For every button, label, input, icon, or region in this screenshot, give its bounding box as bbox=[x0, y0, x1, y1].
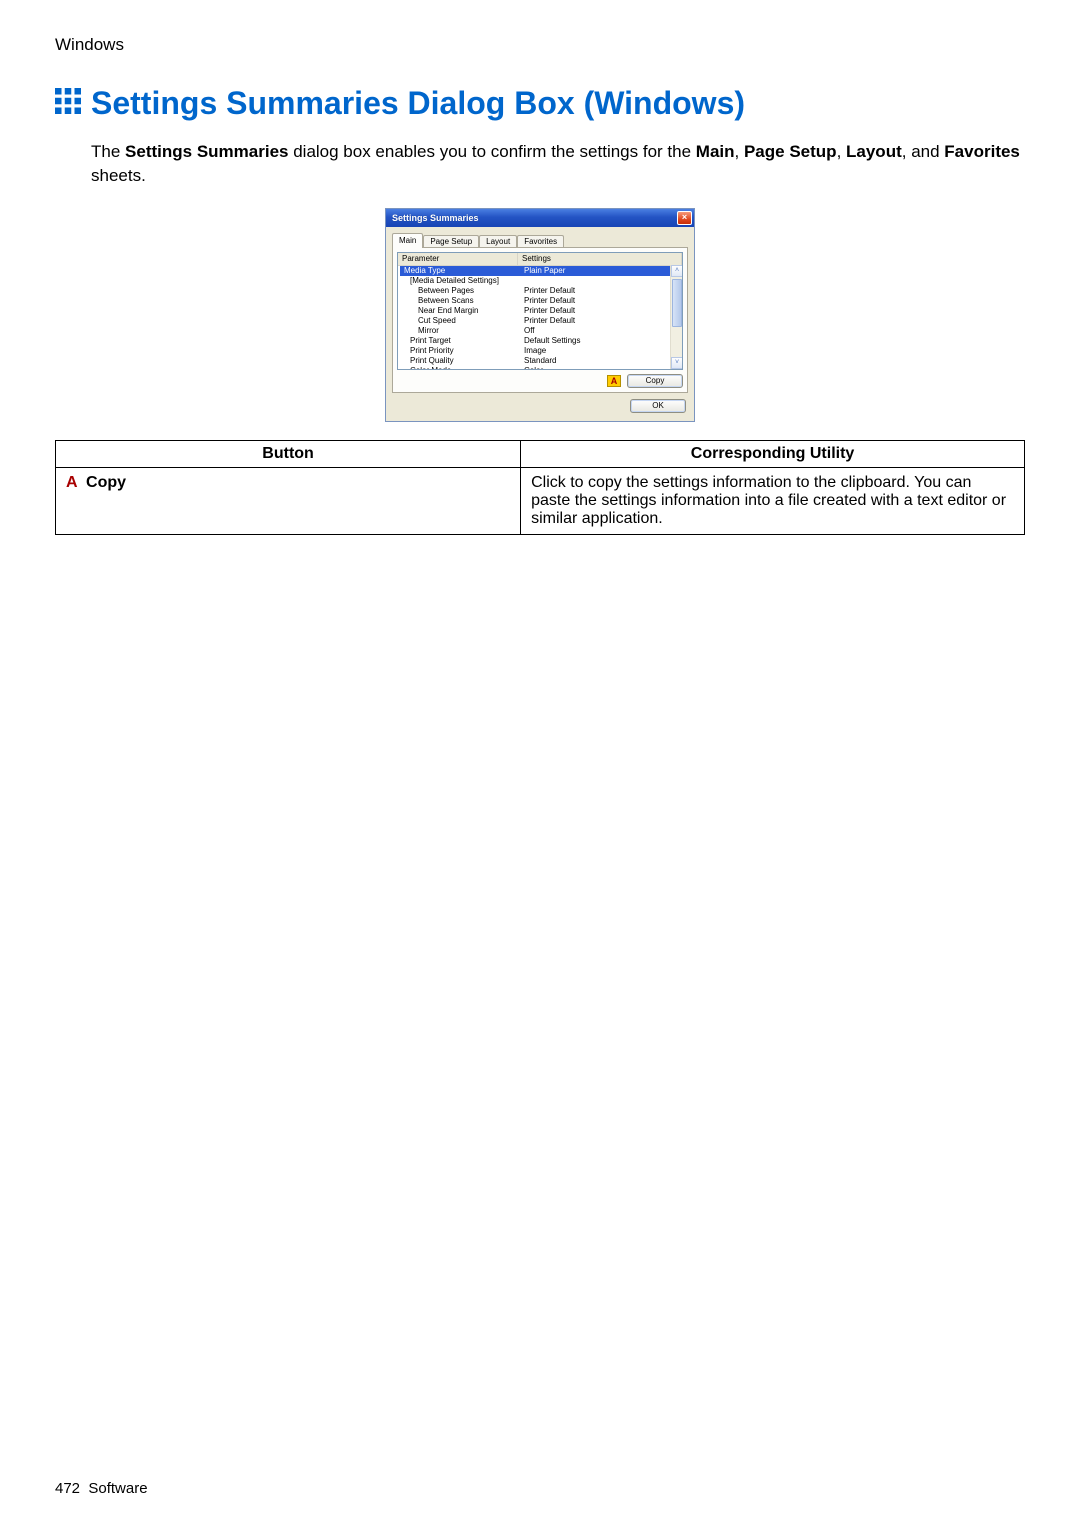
list-row[interactable]: Between ScansPrinter Default bbox=[400, 296, 682, 306]
reference-table: Button Corresponding Utility A Copy Clic… bbox=[55, 440, 1025, 535]
list-row[interactable]: Media TypePlain Paper bbox=[400, 266, 682, 276]
th-utility: Corresponding Utility bbox=[521, 440, 1025, 467]
list-row[interactable]: Between PagesPrinter Default bbox=[400, 286, 682, 296]
col-header-parameter: Parameter bbox=[398, 253, 518, 265]
copy-button[interactable]: Copy bbox=[627, 374, 683, 388]
settings-listbox[interactable]: Parameter Settings Media TypePlain Paper… bbox=[397, 252, 683, 370]
th-button: Button bbox=[56, 440, 521, 467]
page-footer: 472 Software bbox=[55, 1480, 148, 1497]
list-body: Media TypePlain Paper [Media Detailed Se… bbox=[398, 266, 682, 370]
scroll-thumb[interactable] bbox=[672, 279, 682, 327]
callout-badge-a: A bbox=[607, 375, 621, 387]
scroll-up-icon[interactable]: ˄ bbox=[671, 265, 683, 277]
row-label-copy: Copy bbox=[86, 474, 126, 491]
list-row[interactable]: Near End MarginPrinter Default bbox=[400, 306, 682, 316]
list-row[interactable]: Cut SpeedPrinter Default bbox=[400, 316, 682, 326]
list-row[interactable]: [Media Detailed Settings] bbox=[400, 276, 682, 286]
list-row[interactable]: Print PriorityImage bbox=[400, 346, 682, 356]
list-row[interactable]: Color ModeColor bbox=[400, 366, 682, 370]
list-row[interactable]: MirrorOff bbox=[400, 326, 682, 336]
list-row[interactable]: Print QualityStandard bbox=[400, 356, 682, 366]
row-badge-a: A bbox=[66, 474, 78, 491]
scrollbar[interactable]: ˄ ˅ bbox=[670, 265, 682, 369]
ok-button[interactable]: OK bbox=[630, 399, 686, 413]
settings-summaries-dialog: Settings Summaries × Main Page Setup Lay… bbox=[385, 208, 695, 422]
intro-paragraph: The Settings Summaries dialog box enable… bbox=[91, 140, 1025, 188]
scroll-down-icon[interactable]: ˅ bbox=[671, 357, 683, 369]
page-number: 472 bbox=[55, 1480, 80, 1497]
dialog-titlebar: Settings Summaries × bbox=[386, 209, 694, 227]
dialog-title: Settings Summaries bbox=[392, 213, 479, 223]
tab-panel-main: Parameter Settings Media TypePlain Paper… bbox=[392, 247, 688, 393]
section-title: Settings Summaries Dialog Box (Windows) bbox=[55, 85, 1025, 122]
tab-main[interactable]: Main bbox=[392, 233, 423, 248]
title-text: Settings Summaries Dialog Box (Windows) bbox=[91, 85, 745, 122]
table-row: A Copy Click to copy the settings inform… bbox=[56, 467, 1025, 534]
row-description: Click to copy the settings information t… bbox=[521, 467, 1025, 534]
list-header: Parameter Settings bbox=[398, 253, 682, 266]
footer-section: Software bbox=[88, 1480, 147, 1497]
page-header: Windows bbox=[55, 35, 1025, 55]
dialog-tabs: Main Page Setup Layout Favorites bbox=[392, 233, 688, 248]
list-row[interactable]: Print TargetDefault Settings bbox=[400, 336, 682, 346]
close-icon[interactable]: × bbox=[677, 211, 692, 225]
col-header-settings: Settings bbox=[518, 253, 682, 265]
grid-icon bbox=[55, 88, 81, 119]
